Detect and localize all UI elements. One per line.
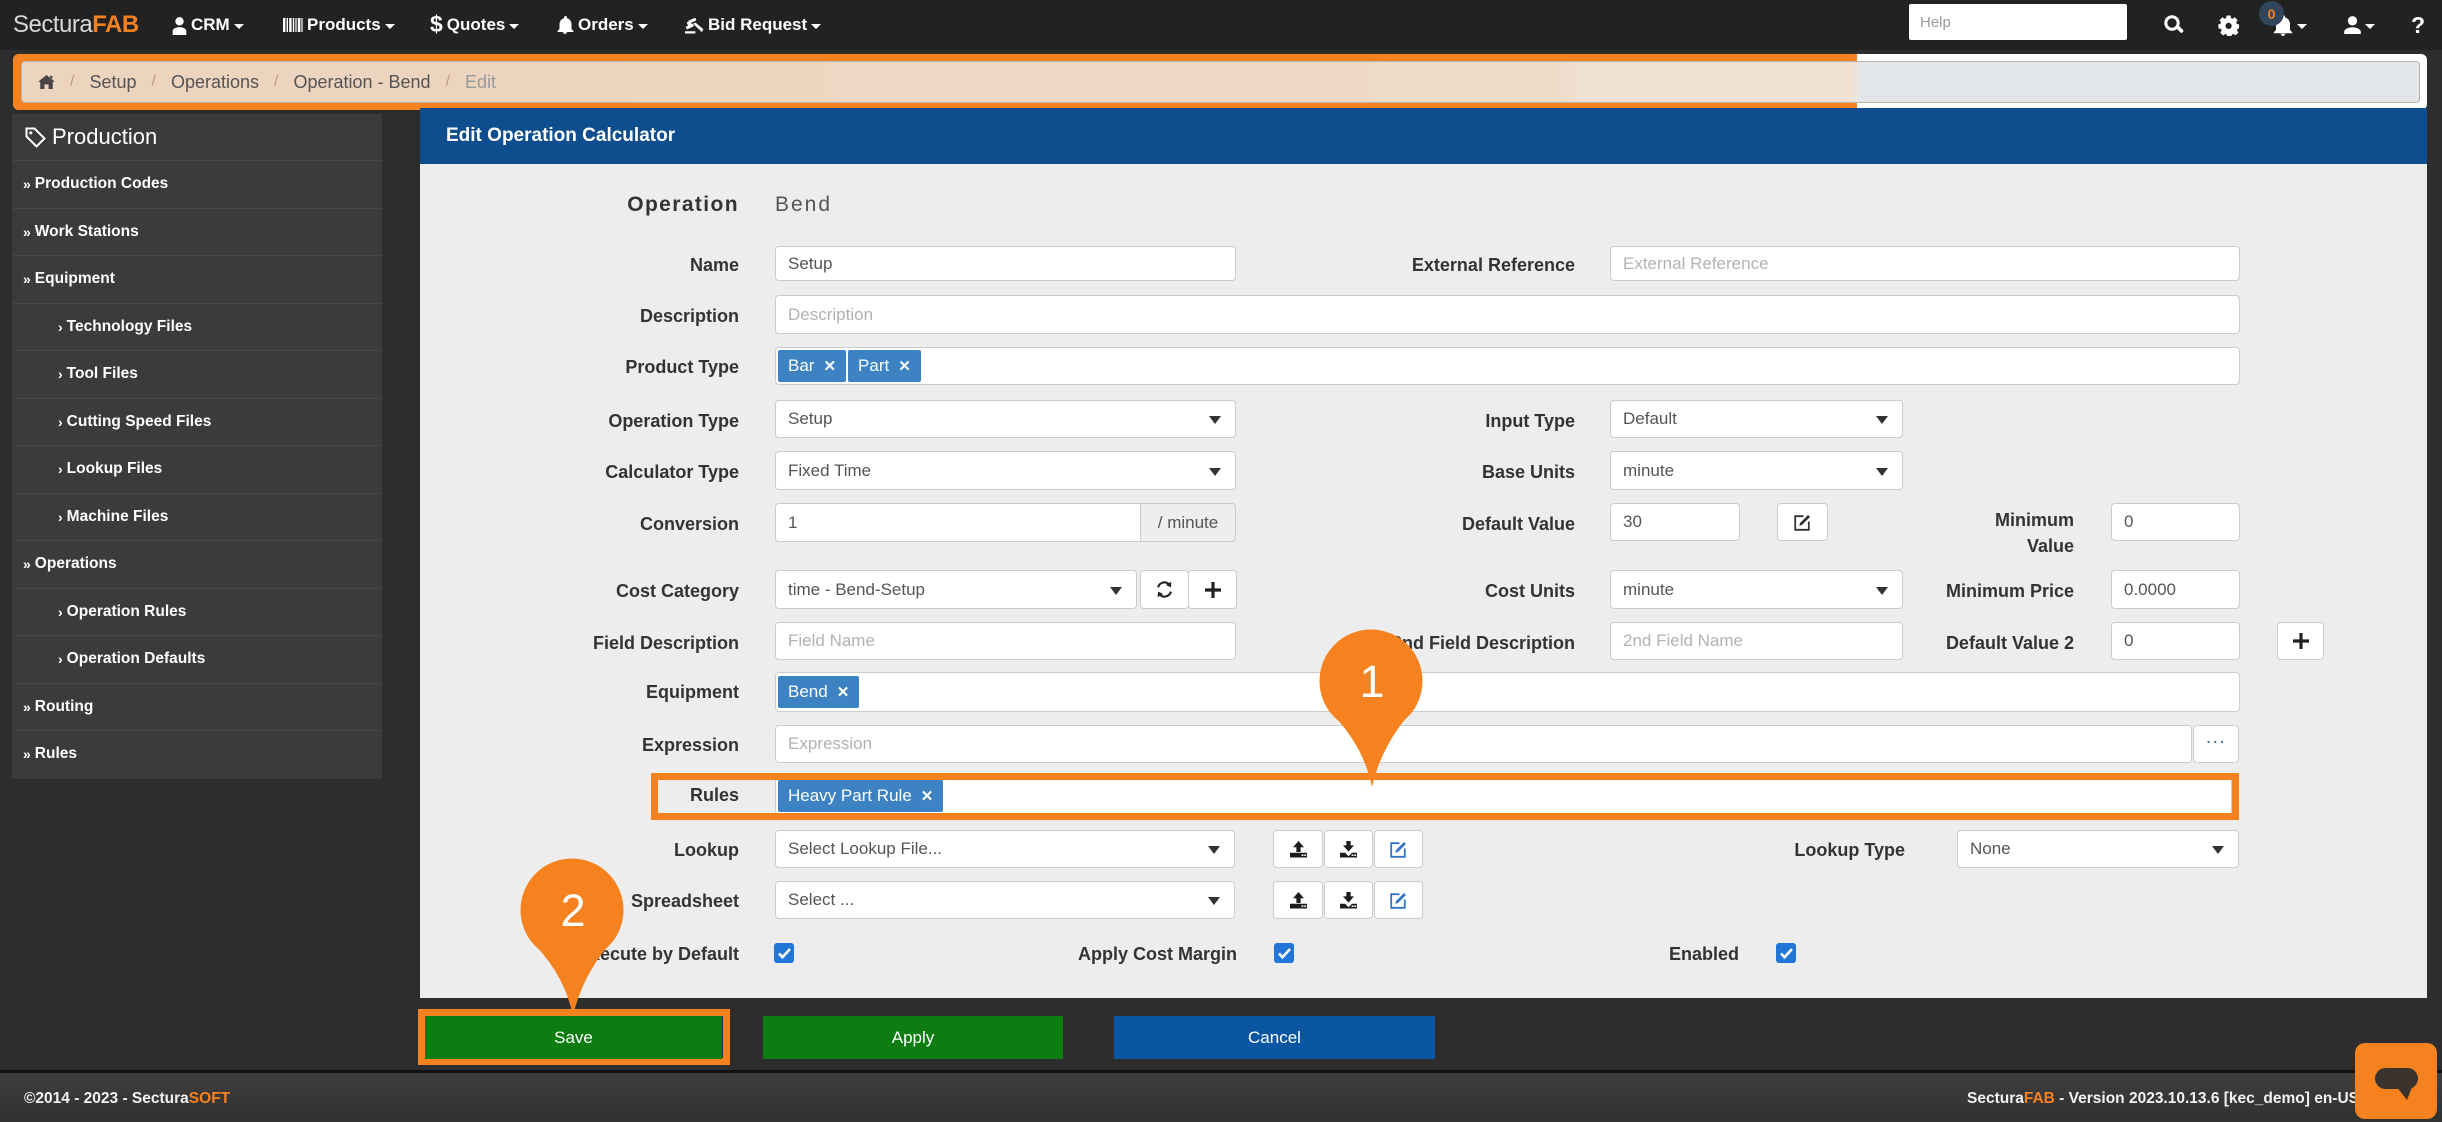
svg-text:2: 2 <box>560 885 585 936</box>
svg-text:1: 1 <box>1359 656 1384 707</box>
